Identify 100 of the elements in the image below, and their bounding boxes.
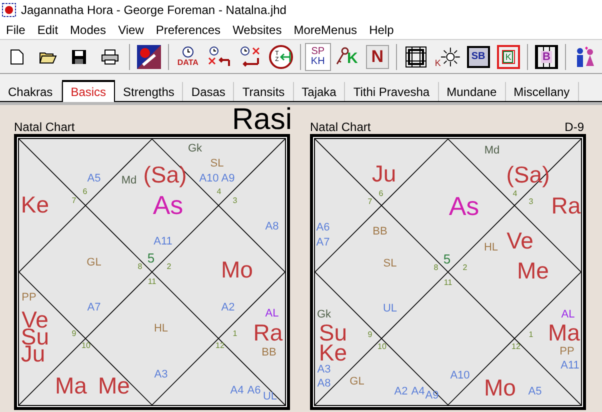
- upagraha-label: Md: [484, 146, 500, 156]
- menu-item[interactable]: File: [0, 20, 32, 38]
- planet-label: Ju: [372, 162, 396, 186]
- ascendant-label: As: [152, 192, 184, 218]
- planet-label: (Sa): [143, 164, 187, 186]
- sun-button[interactable]: K: [432, 42, 463, 70]
- lagna-point-label: SL: [383, 258, 397, 270]
- menu-item[interactable]: Preferences: [150, 20, 227, 38]
- sign-number: 12: [512, 343, 520, 351]
- sign-number: 5: [443, 252, 451, 266]
- menu-item[interactable]: Websites: [226, 20, 288, 38]
- sign-number: 6: [378, 190, 384, 198]
- arudha-label: A8: [265, 222, 279, 232]
- upagraha-label: Gk: [316, 310, 332, 320]
- menu-item[interactable]: MoreMenus: [288, 20, 364, 38]
- arudha-label: A11: [154, 236, 172, 248]
- arudha-label: A2: [394, 386, 408, 398]
- arudha-label: A10: [199, 174, 219, 184]
- b-button[interactable]: B: [534, 44, 558, 68]
- chart-title: Natal Chart: [14, 121, 75, 133]
- sign-number: 2: [166, 263, 172, 271]
- menu-item[interactable]: Edit: [31, 20, 64, 38]
- menu-item[interactable]: Help: [363, 20, 400, 38]
- sign-number: 4: [216, 188, 222, 196]
- document-icon: [10, 48, 24, 64]
- arudha-label: UL: [262, 392, 278, 402]
- arudha-label: A3: [154, 370, 168, 380]
- arudha-label: AL: [265, 308, 279, 320]
- lagna-point-label: GL: [350, 376, 364, 388]
- arudha-label: A5: [528, 386, 542, 398]
- sign-number: 9: [72, 330, 76, 338]
- sign-number: 8: [138, 263, 142, 271]
- sign-number: 11: [444, 279, 452, 287]
- clock-cross-arrow-icon: [238, 46, 262, 68]
- planet-label: Me: [98, 374, 130, 398]
- sign-number: 10: [82, 342, 90, 350]
- chart-name: D-9: [564, 121, 584, 133]
- arrow-icon: [278, 50, 291, 62]
- planet-label: Ke: [318, 342, 348, 364]
- n-button[interactable]: N: [366, 44, 389, 68]
- upagraha-label: Md: [121, 176, 137, 186]
- sign-number: 11: [148, 278, 156, 286]
- planet-label: Ra: [551, 194, 581, 218]
- arudha-label: A7: [87, 302, 101, 314]
- arudha-label: A8: [317, 378, 331, 390]
- tab[interactable]: Basics: [62, 80, 116, 102]
- k-button[interactable]: K: [496, 44, 520, 68]
- sign-number: 7: [72, 197, 76, 205]
- planet-label: Ke: [20, 194, 50, 216]
- chart-name: Rasi: [232, 105, 292, 134]
- sign-number: 1: [528, 331, 534, 339]
- sign-number: 6: [82, 188, 88, 196]
- sign-number: 5: [147, 252, 155, 264]
- lagna-point-label: PP: [560, 346, 574, 358]
- arudha-label: A6: [247, 386, 261, 396]
- arudha-label: A11: [560, 360, 580, 372]
- printer-icon: [101, 48, 119, 64]
- lagna-point-label: GL: [86, 258, 102, 268]
- planet-label: (Sa): [506, 164, 550, 186]
- clock-cross-arrow-icon: [206, 46, 231, 68]
- arudha-label: A6: [316, 222, 330, 234]
- key-icon: [336, 46, 350, 66]
- couple-icon: [574, 46, 596, 68]
- folder-icon: [39, 50, 57, 64]
- arudha-label: A4: [411, 386, 425, 398]
- arudha-label: A3: [317, 364, 331, 376]
- sign-number: 10: [378, 343, 386, 351]
- sign-number: 9: [368, 331, 372, 339]
- chart-title: Natal Chart: [310, 121, 371, 133]
- sign-number: 8: [434, 264, 438, 272]
- lagna-point-label: HL: [154, 324, 168, 334]
- planet-label: Me: [517, 260, 549, 282]
- grid-icon: [404, 46, 427, 68]
- ascendant-label: As: [448, 193, 480, 219]
- sign-number: 3: [528, 198, 534, 206]
- arudha-label: A9: [221, 174, 235, 184]
- planet-label: Mo: [221, 258, 253, 282]
- arudha-label: A2: [221, 302, 235, 314]
- menu-item[interactable]: Modes: [64, 20, 112, 38]
- lagna-point-label: HL: [484, 242, 498, 254]
- sign-number: 2: [462, 264, 468, 272]
- sign-number: 3: [232, 197, 238, 205]
- sign-number: 7: [368, 198, 372, 206]
- menu-item[interactable]: View: [112, 20, 150, 38]
- arudha-label: A5: [87, 174, 101, 184]
- arudha-label: UL: [382, 304, 398, 314]
- app-logo-icon: [136, 44, 161, 68]
- sign-number: 1: [232, 330, 238, 338]
- sp-kh-button[interactable]: SP KH: [304, 42, 331, 70]
- sun-icon: [440, 46, 460, 66]
- sign-number: 12: [216, 342, 224, 350]
- planet-label: Su: [318, 322, 348, 344]
- arudha-label: AL: [561, 310, 575, 320]
- planet-label: Ma: [55, 374, 87, 398]
- lagna-point-label: BB: [372, 226, 388, 238]
- planet-label: Ma: [548, 322, 580, 344]
- clock-icon: [182, 46, 194, 58]
- sb-button[interactable]: SB: [466, 46, 490, 68]
- data-button[interactable]: DATA: [172, 42, 203, 70]
- lagna-point-label: SL: [210, 158, 224, 170]
